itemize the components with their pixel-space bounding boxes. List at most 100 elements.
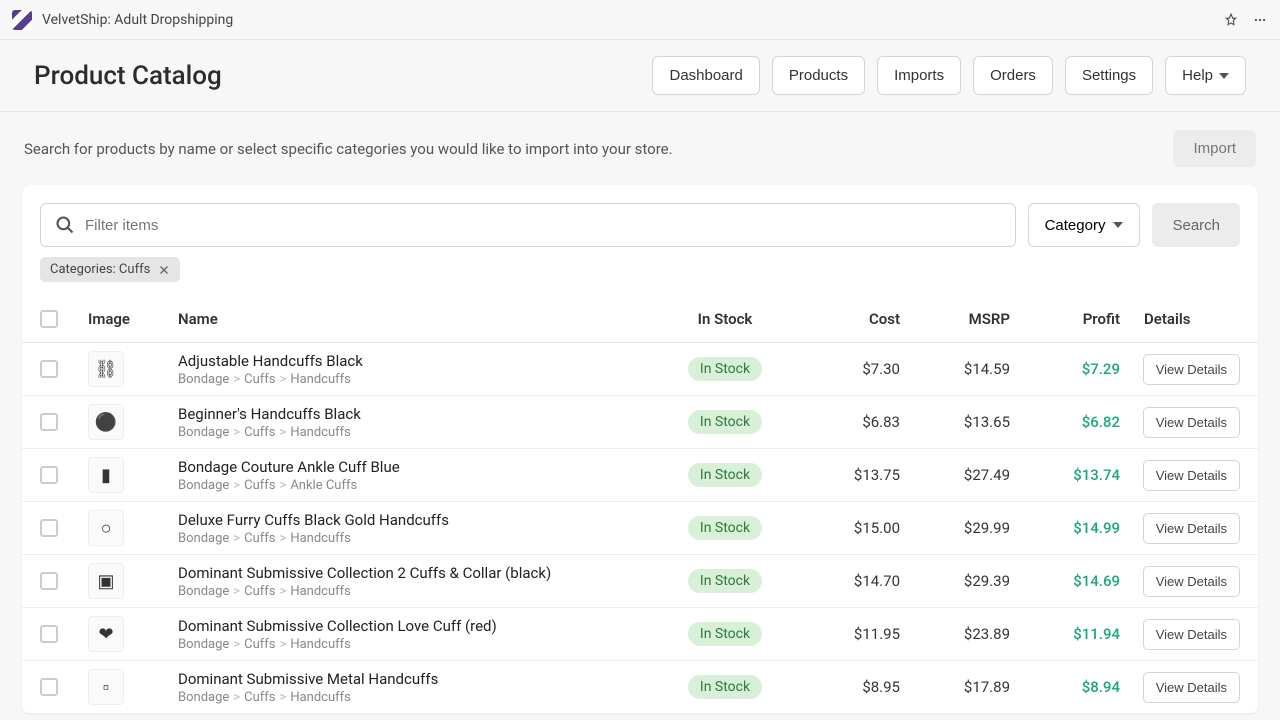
view-details-button[interactable]: View Details bbox=[1143, 460, 1240, 491]
row-checkbox[interactable] bbox=[40, 625, 58, 643]
subheader: Search for products by name or select sp… bbox=[0, 112, 1280, 167]
product-breadcrumb: Bondage>Cuffs>Ankle Cuffs bbox=[178, 478, 660, 493]
product-breadcrumb: Bondage>Cuffs>Handcuffs bbox=[178, 531, 660, 546]
col-stock: In Stock bbox=[660, 310, 790, 328]
nav-imports[interactable]: Imports bbox=[877, 56, 961, 95]
profit-value: $8.94 bbox=[1010, 678, 1120, 696]
search-icon bbox=[55, 215, 75, 235]
search-input[interactable] bbox=[85, 217, 1001, 234]
nav-settings[interactable]: Settings bbox=[1065, 56, 1153, 95]
row-checkbox[interactable] bbox=[40, 413, 58, 431]
product-breadcrumb: Bondage>Cuffs>Handcuffs bbox=[178, 690, 660, 705]
more-icon[interactable] bbox=[1252, 13, 1268, 27]
product-breadcrumb: Bondage>Cuffs>Handcuffs bbox=[178, 425, 660, 440]
row-checkbox[interactable] bbox=[40, 678, 58, 696]
product-name: Adjustable Handcuffs Black bbox=[178, 352, 660, 370]
app-title: VelvetShip: Adult Dropshipping bbox=[42, 12, 1224, 28]
table-header: Image Name In Stock Cost MSRP Profit Det… bbox=[22, 296, 1258, 343]
chevron-down-icon bbox=[1113, 222, 1123, 228]
cost-value: $7.30 bbox=[790, 360, 900, 378]
product-name: Bondage Couture Ankle Cuff Blue bbox=[178, 458, 660, 476]
subheader-desc: Search for products by name or select sp… bbox=[24, 140, 673, 158]
product-thumb: ▫ bbox=[88, 669, 124, 705]
table-row: ○ Deluxe Furry Cuffs Black Gold Handcuffs… bbox=[22, 502, 1258, 555]
product-breadcrumb: Bondage>Cuffs>Handcuffs bbox=[178, 584, 660, 599]
product-breadcrumb: Bondage>Cuffs>Handcuffs bbox=[178, 372, 660, 387]
view-details-button[interactable]: View Details bbox=[1143, 619, 1240, 650]
product-thumb: ▣ bbox=[88, 563, 124, 599]
table-row: ▣ Dominant Submissive Collection 2 Cuffs … bbox=[22, 555, 1258, 608]
pin-icon[interactable] bbox=[1224, 13, 1238, 27]
nav: Dashboard Products Imports Orders Settin… bbox=[652, 56, 1246, 95]
product-name: Dominant Submissive Collection 2 Cuffs &… bbox=[178, 564, 660, 582]
product-thumb: ⛓ bbox=[88, 351, 124, 387]
catalog-card: Category Search Categories: Cuffs Image … bbox=[22, 185, 1258, 714]
titlebar: VelvetShip: Adult Dropshipping bbox=[0, 0, 1280, 40]
nav-help[interactable]: Help bbox=[1165, 56, 1246, 95]
row-checkbox[interactable] bbox=[40, 519, 58, 537]
profit-value: $14.69 bbox=[1010, 572, 1120, 590]
cost-value: $14.70 bbox=[790, 572, 900, 590]
nav-products[interactable]: Products bbox=[772, 56, 865, 95]
product-thumb: ▮ bbox=[88, 457, 124, 493]
profit-value: $11.94 bbox=[1010, 625, 1120, 643]
table-row: ❤ Dominant Submissive Collection Love Cuf… bbox=[22, 608, 1258, 661]
stock-badge: In Stock bbox=[688, 569, 762, 593]
cost-value: $11.95 bbox=[790, 625, 900, 643]
col-msrp: MSRP bbox=[900, 310, 1010, 328]
chip-label: Categories: Cuffs bbox=[50, 262, 150, 277]
cost-value: $8.95 bbox=[790, 678, 900, 696]
view-details-button[interactable]: View Details bbox=[1143, 672, 1240, 703]
stock-badge: In Stock bbox=[688, 516, 762, 540]
table-row: ▮ Bondage Couture Ankle Cuff Blue Bondage>… bbox=[22, 449, 1258, 502]
product-thumb: ❤ bbox=[88, 616, 124, 652]
row-checkbox[interactable] bbox=[40, 466, 58, 484]
product-breadcrumb: Bondage>Cuffs>Handcuffs bbox=[178, 637, 660, 652]
page-title: Product Catalog bbox=[34, 61, 222, 91]
product-name: Dominant Submissive Metal Handcuffs bbox=[178, 670, 660, 688]
msrp-value: $17.89 bbox=[900, 678, 1010, 696]
search-row: Category Search bbox=[22, 203, 1258, 247]
msrp-value: $29.39 bbox=[900, 572, 1010, 590]
product-thumb: ○ bbox=[88, 510, 124, 546]
cost-value: $6.83 bbox=[790, 413, 900, 431]
table-row: ⚫Beginner's Handcuffs BlackBondage>Cuffs… bbox=[22, 396, 1258, 449]
col-name: Name bbox=[178, 310, 660, 328]
stock-badge: In Stock bbox=[688, 622, 762, 646]
stock-badge: In Stock bbox=[688, 410, 762, 434]
msrp-value: $13.65 bbox=[900, 413, 1010, 431]
row-checkbox[interactable] bbox=[40, 360, 58, 378]
nav-dashboard[interactable]: Dashboard bbox=[652, 56, 759, 95]
profit-value: $6.82 bbox=[1010, 413, 1120, 431]
cost-value: $15.00 bbox=[790, 519, 900, 537]
profit-value: $13.74 bbox=[1010, 466, 1120, 484]
profit-value: $14.99 bbox=[1010, 519, 1120, 537]
product-name: Deluxe Furry Cuffs Black Gold Handcuffs bbox=[178, 511, 660, 529]
import-button[interactable]: Import bbox=[1173, 130, 1256, 167]
msrp-value: $27.49 bbox=[900, 466, 1010, 484]
nav-orders[interactable]: Orders bbox=[973, 56, 1053, 95]
category-button[interactable]: Category bbox=[1028, 203, 1141, 247]
view-details-button[interactable]: View Details bbox=[1143, 513, 1240, 544]
row-checkbox[interactable] bbox=[40, 572, 58, 590]
close-icon[interactable] bbox=[158, 264, 170, 276]
view-details-button[interactable]: View Details bbox=[1143, 566, 1240, 597]
table-body: ⛓ Adjustable Handcuffs Black Bondage>Cuffs… bbox=[22, 343, 1258, 714]
profit-value: $7.29 bbox=[1010, 360, 1120, 378]
stock-badge: In Stock bbox=[688, 675, 762, 699]
select-all-checkbox[interactable] bbox=[40, 310, 58, 328]
col-image: Image bbox=[88, 310, 178, 328]
msrp-value: $14.59 bbox=[900, 360, 1010, 378]
msrp-value: $29.99 bbox=[900, 519, 1010, 537]
col-profit: Profit bbox=[1010, 310, 1120, 328]
search-box[interactable] bbox=[40, 203, 1016, 247]
filter-chips: Categories: Cuffs bbox=[22, 247, 1258, 296]
app-icon bbox=[12, 10, 32, 30]
view-details-button[interactable]: View Details bbox=[1143, 354, 1240, 385]
chevron-down-icon bbox=[1219, 73, 1229, 79]
product-name: Dominant Submissive Collection Love Cuff… bbox=[178, 617, 660, 635]
cost-value: $13.75 bbox=[790, 466, 900, 484]
filter-chip: Categories: Cuffs bbox=[40, 257, 180, 282]
search-button[interactable]: Search bbox=[1152, 203, 1240, 247]
view-details-button[interactable]: View Details bbox=[1143, 407, 1240, 438]
